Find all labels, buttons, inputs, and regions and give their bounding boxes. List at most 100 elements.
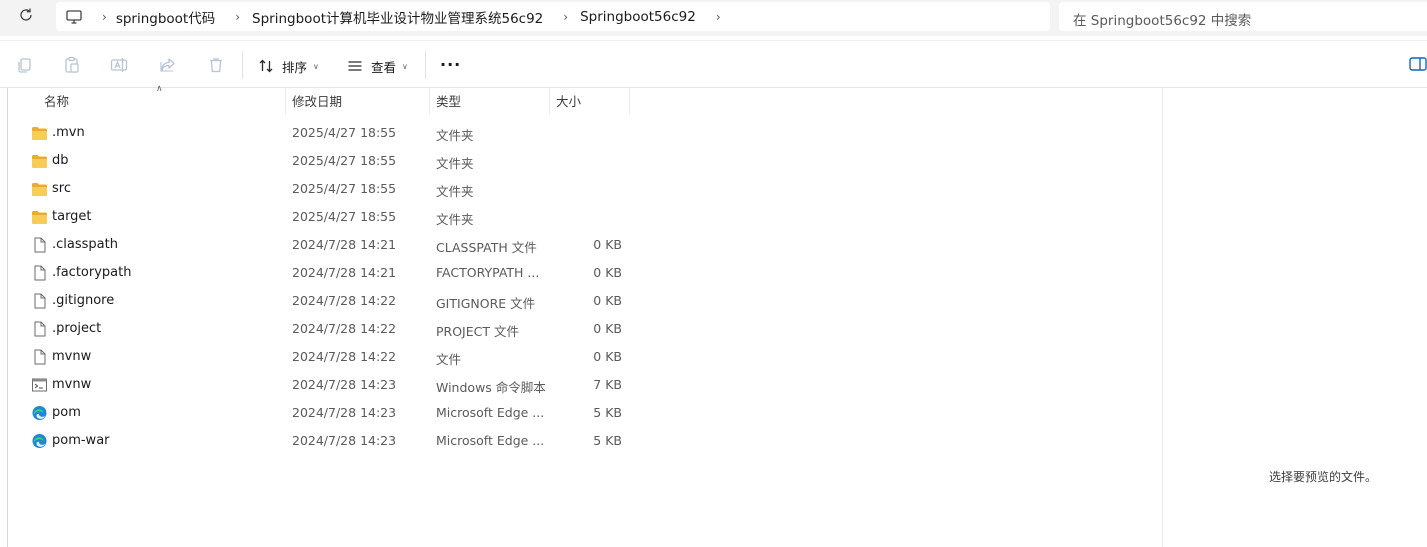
column-divider[interactable]	[285, 88, 286, 115]
view-list-icon	[348, 61, 362, 71]
file-row[interactable]: mvnw 2024/7/28 14:22 文件 0 KB	[28, 343, 1128, 371]
preview-empty-message: 选择要预览的文件。	[1269, 470, 1378, 484]
chevron-right-icon[interactable]: ›	[102, 10, 107, 24]
file-size: 5 KB	[593, 405, 622, 420]
chevron-down-icon: ∨	[402, 61, 408, 71]
navigation-pane-edge	[0, 88, 8, 547]
file-modified: 2025/4/27 18:55	[292, 209, 397, 224]
chevron-right-icon[interactable]: ›	[563, 10, 568, 24]
edge-icon	[31, 405, 48, 421]
column-divider[interactable]	[629, 88, 630, 115]
file-name[interactable]: mvnw	[52, 349, 91, 364]
column-header-name[interactable]: 名称	[44, 88, 69, 115]
chevron-right-icon[interactable]: ›	[235, 10, 240, 24]
file-name[interactable]: .gitignore	[52, 293, 114, 308]
paste-icon[interactable]	[63, 56, 81, 74]
more-options-button[interactable]: ···	[440, 55, 461, 74]
preview-pane: 选择要预览的文件。	[1162, 88, 1427, 547]
file-row[interactable]: .factorypath 2024/7/28 14:21 FACTORYPATH .…	[28, 259, 1128, 287]
toolbar-divider	[425, 51, 426, 79]
file-name[interactable]: target	[52, 209, 92, 224]
file-modified: 2024/7/28 14:22	[292, 321, 397, 336]
file-row[interactable]: pom 2024/7/28 14:23 Microsoft Edge ... 5 KB	[28, 399, 1128, 427]
file-type: 文件夹	[436, 212, 474, 227]
file-name[interactable]: mvnw	[52, 377, 91, 392]
file-type: Windows 命令脚本	[436, 380, 546, 395]
file-icon	[31, 237, 48, 253]
file-modified: 2024/7/28 14:21	[292, 265, 397, 280]
file-icon	[31, 349, 48, 365]
search-input[interactable]: 在 Springboot56c92 中搜索	[1059, 2, 1427, 31]
file-name[interactable]: pom	[52, 405, 81, 420]
file-size: 0 KB	[593, 349, 622, 364]
sort-label: 排序	[282, 59, 308, 75]
breadcrumb-item[interactable]: springboot代码	[116, 7, 215, 27]
copy-icon[interactable]	[16, 56, 34, 74]
column-header-size[interactable]: 大小	[556, 88, 581, 115]
sort-icon	[259, 59, 273, 73]
file-size: 0 KB	[593, 265, 622, 280]
file-row[interactable]: .classpath 2024/7/28 14:21 CLASSPATH 文件 0 K…	[28, 231, 1128, 259]
file-modified: 2024/7/28 14:22	[292, 293, 397, 308]
file-row[interactable]: .gitignore 2024/7/28 14:22 GITIGNORE 文件 0 K…	[28, 287, 1128, 315]
column-header-type[interactable]: 类型	[436, 88, 461, 115]
breadcrumb-item[interactable]: Springboot计算机毕业设计物业管理系统56c92	[252, 7, 543, 27]
file-size: 0 KB	[593, 321, 622, 336]
file-size: 5 KB	[593, 433, 622, 448]
share-icon[interactable]	[159, 56, 177, 74]
file-type: Microsoft Edge ...	[436, 405, 545, 420]
file-row[interactable]: target 2025/4/27 18:55 文件夹	[28, 203, 1128, 231]
computer-icon[interactable]	[66, 9, 82, 24]
file-type: PROJECT 文件	[436, 324, 519, 339]
file-size: 0 KB	[593, 293, 622, 308]
file-modified: 2024/7/28 14:21	[292, 237, 397, 252]
address-bar: › springboot代码 › Springboot计算机毕业设计物业管理系统…	[0, 0, 1427, 36]
file-name[interactable]: .factorypath	[52, 265, 131, 280]
file-row[interactable]: pom-war 2024/7/28 14:23 Microsoft Edge ...…	[28, 427, 1128, 455]
file-type: CLASSPATH 文件	[436, 240, 537, 255]
file-modified: 2025/4/27 18:55	[292, 125, 397, 140]
folder-icon	[31, 209, 48, 225]
file-size: 7 KB	[593, 377, 622, 392]
file-name[interactable]: .classpath	[52, 237, 118, 252]
file-icon	[31, 293, 48, 309]
file-modified: 2024/7/28 14:22	[292, 349, 397, 364]
file-modified: 2024/7/28 14:23	[292, 405, 397, 420]
file-modified: 2025/4/27 18:55	[292, 181, 397, 196]
file-type: 文件夹	[436, 128, 474, 143]
refresh-icon[interactable]	[16, 7, 36, 27]
file-icon	[31, 321, 48, 337]
folder-icon	[31, 181, 48, 197]
preview-pane-icon[interactable]	[1409, 57, 1427, 71]
file-icon	[31, 265, 48, 281]
file-row[interactable]: .project 2024/7/28 14:22 PROJECT 文件 0 KB	[28, 315, 1128, 343]
toolbar-divider	[242, 51, 243, 79]
file-name[interactable]: src	[52, 181, 71, 196]
script-icon	[31, 377, 48, 393]
chevron-right-icon[interactable]: ›	[716, 10, 721, 24]
column-divider[interactable]	[429, 88, 430, 115]
file-modified: 2024/7/28 14:23	[292, 433, 397, 448]
file-name[interactable]: .project	[52, 321, 101, 336]
column-header-modified[interactable]: 修改日期	[292, 88, 342, 115]
file-name[interactable]: .mvn	[52, 125, 85, 140]
delete-icon[interactable]	[207, 56, 225, 74]
file-name[interactable]: pom-war	[52, 433, 110, 448]
breadcrumb[interactable]: › springboot代码 › Springboot计算机毕业设计物业管理系统…	[56, 2, 1050, 31]
folder-icon	[31, 153, 48, 169]
column-divider[interactable]	[549, 88, 550, 115]
rename-icon[interactable]	[110, 56, 128, 74]
file-name[interactable]: db	[52, 153, 69, 168]
file-type: 文件夹	[436, 184, 474, 199]
view-button[interactable]: 查看 ∨	[347, 55, 408, 77]
edge-icon	[31, 433, 48, 449]
file-row[interactable]: db 2025/4/27 18:55 文件夹	[28, 147, 1128, 175]
breadcrumb-item[interactable]: Springboot56c92	[580, 9, 696, 25]
command-bar: 排序 ∨ 查看 ∨ ···	[0, 40, 1427, 88]
folder-icon	[31, 125, 48, 141]
file-row[interactable]: .mvn 2025/4/27 18:55 文件夹	[28, 119, 1128, 147]
file-row[interactable]: mvnw 2024/7/28 14:23 Windows 命令脚本 7 KB	[28, 371, 1128, 399]
file-row[interactable]: src 2025/4/27 18:55 文件夹	[28, 175, 1128, 203]
sort-ascending-icon: ∧	[156, 84, 163, 94]
sort-button[interactable]: 排序 ∨	[258, 55, 319, 77]
